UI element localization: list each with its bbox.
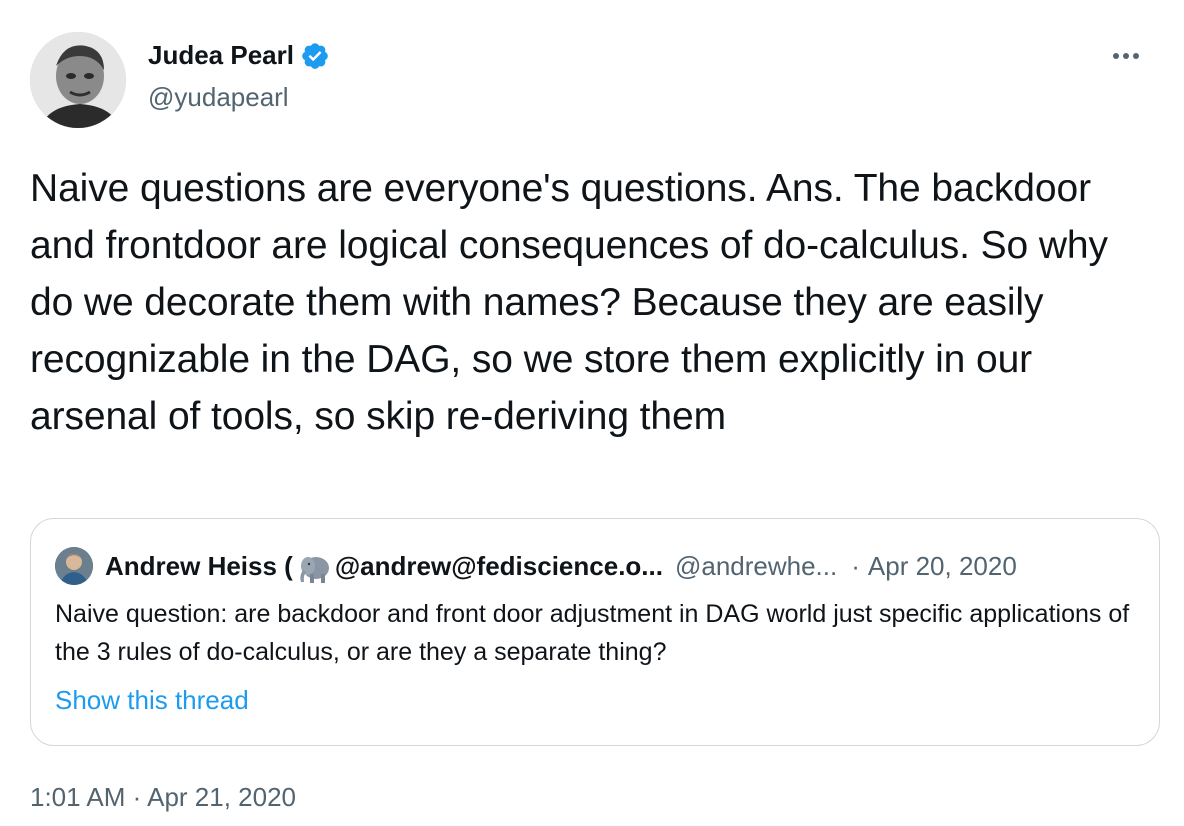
show-this-thread-link[interactable]: Show this thread	[55, 685, 249, 716]
tweet-time-link[interactable]: 1:01 AM	[30, 782, 125, 812]
quoted-separator: ·	[851, 550, 860, 581]
timestamp-separator: ·	[132, 782, 142, 812]
more-dot-icon	[1113, 53, 1119, 59]
more-dot-icon	[1133, 53, 1139, 59]
quoted-tweet[interactable]: Andrew Heiss ( @andrew@fediscience.o... …	[30, 518, 1160, 746]
quoted-author-avatar[interactable]	[55, 547, 93, 585]
elephant-icon	[300, 557, 329, 583]
quoted-author-handle[interactable]: @andrewhe...	[675, 551, 837, 582]
tweet-date-link[interactable]: Apr 21, 2020	[147, 782, 296, 812]
quoted-author-name[interactable]: Andrew Heiss (	[105, 551, 293, 582]
tweet-card: Judea Pearl @yudapearl Naive questions a…	[0, 0, 1184, 826]
author-photo-icon	[30, 32, 126, 128]
quoted-date[interactable]: Apr 20, 2020	[868, 551, 1017, 582]
quoted-author-name-suffix[interactable]: @andrew@fediscience.o...	[335, 551, 663, 582]
quoted-tweet-text: Naive question: are backdoor and front d…	[55, 600, 1130, 666]
verified-badge-icon	[302, 42, 328, 69]
more-dot-icon	[1123, 53, 1129, 59]
more-options-button[interactable]	[1106, 36, 1146, 76]
tweet-text: Naive questions are everyone's questions…	[30, 167, 1108, 438]
author-avatar[interactable]	[30, 32, 126, 128]
quoted-author-photo-icon	[55, 547, 93, 585]
quoted-tweet-header: Andrew Heiss ( @andrew@fediscience.o... …	[55, 547, 1017, 585]
author-name[interactable]: Judea Pearl	[148, 40, 294, 71]
author-handle[interactable]: @yudapearl	[148, 82, 289, 113]
author-name-row[interactable]: Judea Pearl	[148, 40, 330, 71]
tweet-timestamp: 1:01 AM · Apr 21, 2020	[30, 782, 296, 813]
